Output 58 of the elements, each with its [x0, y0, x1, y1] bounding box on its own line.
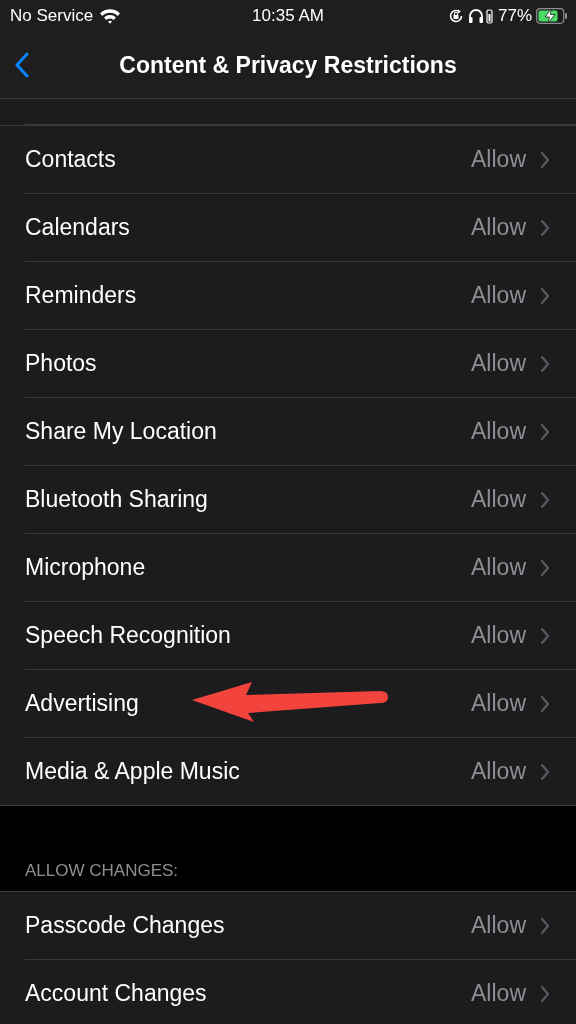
back-icon[interactable] — [14, 52, 30, 78]
chevron-icon — [540, 558, 550, 577]
section-header: ALLOW CHANGES: — [25, 861, 179, 881]
row-label: Advertising — [25, 690, 140, 717]
settings-row[interactable]: Bluetooth Sharing Allow — [25, 466, 576, 534]
settings-row[interactable]: Advertising Allow — [25, 670, 576, 738]
row-label: Media & Apple Music — [25, 758, 241, 785]
chevron-icon — [540, 354, 550, 373]
chevron-icon — [540, 626, 550, 645]
row-label: Account Changes — [25, 980, 208, 1007]
row-value: Allow — [471, 146, 526, 173]
row-value: Allow — [471, 622, 526, 649]
chevron-icon — [540, 218, 550, 237]
row-value: Allow — [471, 350, 526, 377]
row-label: Reminders — [25, 282, 138, 309]
settings-row[interactable]: Media & Apple Music Allow — [25, 738, 576, 805]
row-value: Allow — [471, 554, 526, 581]
row-label: Speech Recognition — [25, 622, 232, 649]
row-label: Calendars — [25, 214, 131, 241]
settings-row[interactable]: Contacts Allow — [25, 126, 576, 194]
chevron-icon — [540, 286, 550, 305]
battery-percent: 77% — [497, 6, 532, 26]
chevron-icon — [540, 916, 550, 935]
settings-row[interactable]: Reminders Allow — [25, 262, 576, 330]
row-value: Allow — [471, 418, 526, 445]
row-label: Contacts — [25, 146, 117, 173]
settings-row[interactable]: Share My Location Allow — [25, 398, 576, 466]
chevron-icon — [540, 694, 550, 713]
page-title: Content & Privacy Restrictions — [119, 51, 457, 79]
row-value: Allow — [471, 912, 526, 939]
row-value: Allow — [471, 690, 526, 717]
rotation-lock-icon — [447, 8, 464, 24]
settings-row[interactable]: Microphone Allow — [25, 534, 576, 602]
chevron-icon — [540, 422, 550, 441]
row-label: Bluetooth Sharing — [25, 486, 209, 513]
row-label: Microphone — [25, 554, 147, 581]
settings-row[interactable]: Account Changes Allow — [25, 960, 576, 1024]
row-value: Allow — [471, 758, 526, 785]
row-value: Allow — [471, 980, 526, 1007]
clock-time: 10:35 AM — [252, 6, 324, 26]
row-label: Passcode Changes — [25, 912, 226, 939]
wifi-icon — [99, 8, 122, 24]
chevron-icon — [540, 150, 550, 169]
row-label: Photos — [25, 350, 98, 377]
headphones-icon — [467, 8, 494, 24]
row-value: Allow — [471, 282, 526, 309]
row-label: Share My Location — [25, 418, 218, 445]
chevron-icon — [540, 490, 550, 509]
chevron-icon — [540, 762, 550, 781]
charging-battery-icon — [536, 8, 568, 24]
settings-row[interactable]: Passcode Changes Allow — [25, 892, 576, 960]
row-value: Allow — [471, 214, 526, 241]
settings-row[interactable]: Photos Allow — [25, 330, 576, 398]
chevron-icon — [540, 984, 550, 1003]
settings-row[interactable]: Calendars Allow — [25, 194, 576, 262]
settings-row[interactable]: Speech Recognition Allow — [25, 602, 576, 670]
row-value: Allow — [471, 486, 526, 513]
carrier-text: No Service — [10, 6, 94, 26]
